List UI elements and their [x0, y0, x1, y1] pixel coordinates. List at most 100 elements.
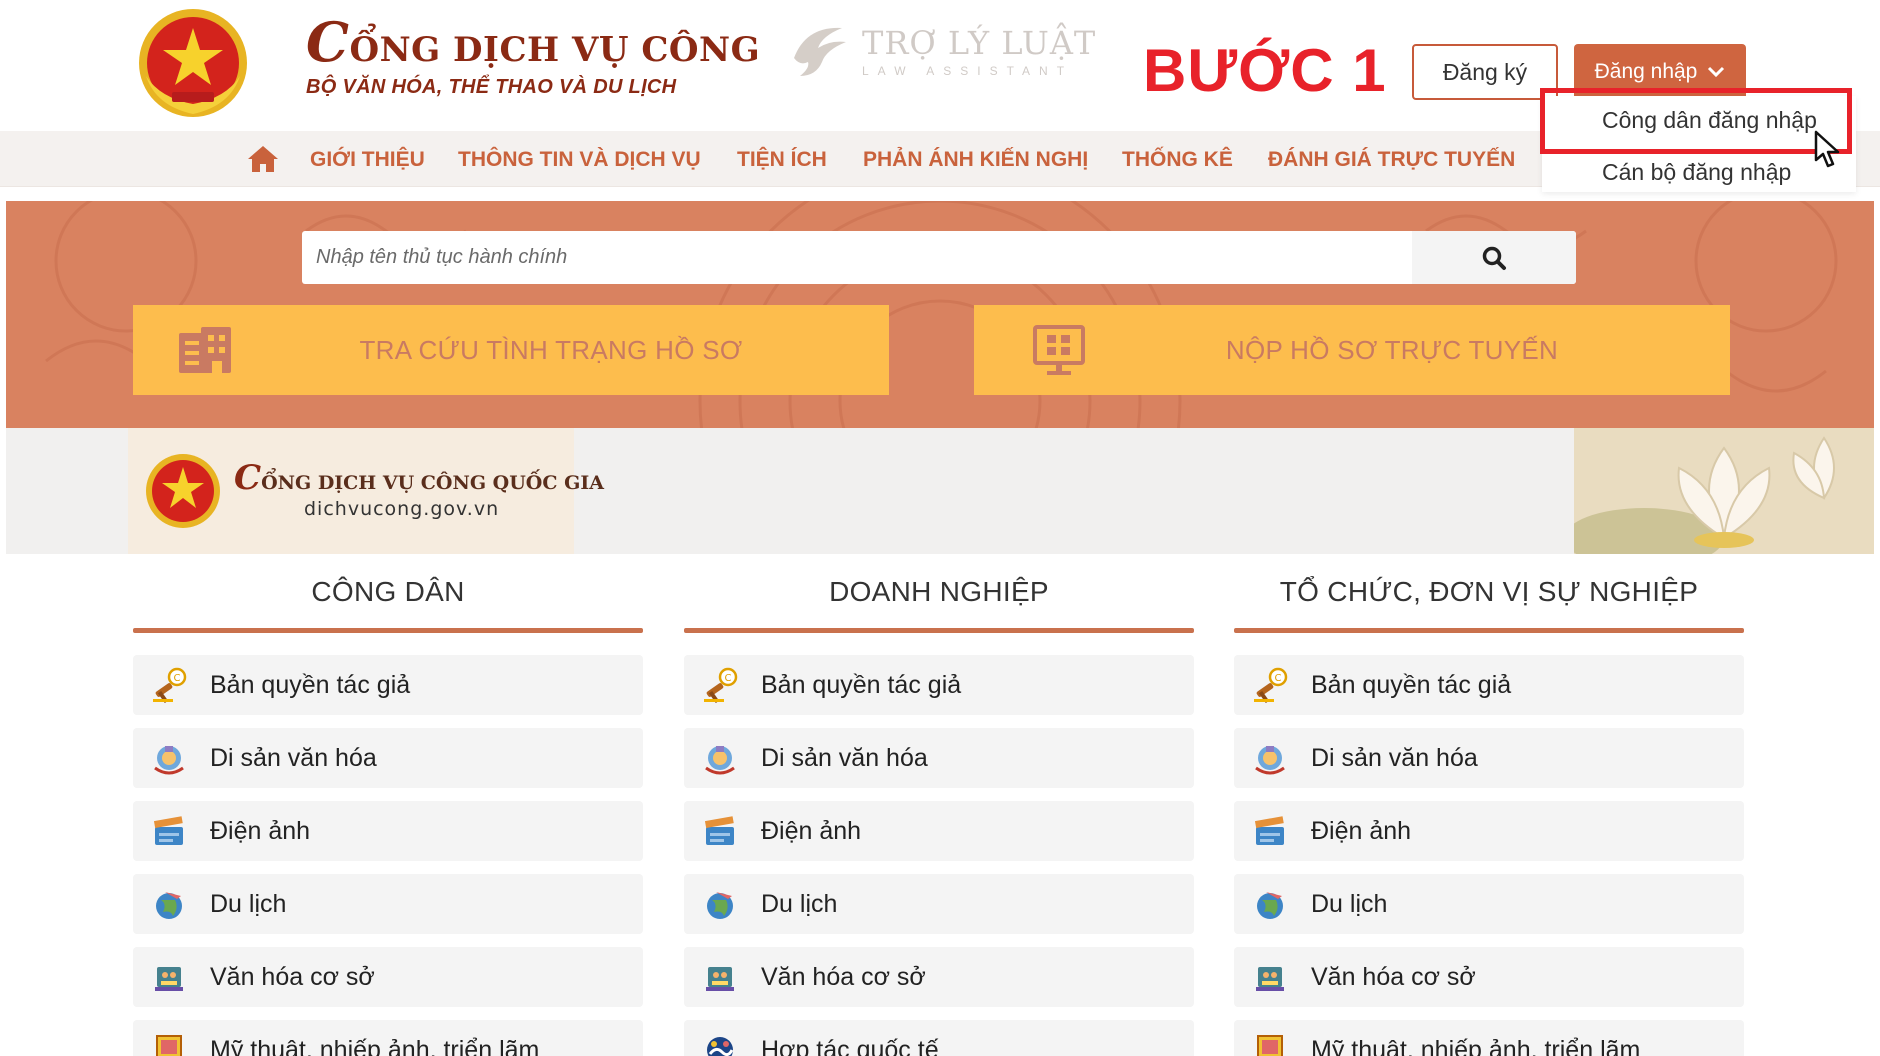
category-item[interactable]: Điện ảnh: [684, 801, 1194, 861]
national-emblem-logo[interactable]: [136, 6, 250, 120]
category-item-label: Điện ảnh: [761, 817, 862, 845]
heritage-icon: [1255, 746, 1285, 775]
category-item[interactable]: Di sản văn hóa: [684, 728, 1194, 788]
column-title: CÔNG DÂN: [311, 576, 465, 607]
category-list: C Bản quyền tác giả Di sản văn hóa Điện ảnh…: [133, 655, 643, 1056]
brand-title-block[interactable]: CỔNG DỊCH VỤ CÔNG BỘ VĂN HÓA, THỂ THAO V…: [306, 10, 760, 99]
watermark-title: TRỢ LÝ LUẬT: [862, 24, 1097, 62]
category-item[interactable]: Hợp tác quốc tế: [684, 1020, 1194, 1056]
globe-plane-icon: [156, 892, 182, 919]
search-icon: [1482, 246, 1506, 270]
column-divider: [684, 628, 1194, 633]
category-item[interactable]: Di sản văn hóa: [133, 728, 643, 788]
submit-online-label: NỘP HỒ SƠ TRỰC TUYẾN: [1225, 334, 1559, 365]
brand-subtitle: BỘ VĂN HÓA, THỂ THAO VÀ DU LỊCH: [306, 76, 677, 98]
category-item[interactable]: C Bản quyền tác giả: [1234, 655, 1744, 715]
nav-item-thong-ke[interactable]: THỐNG KÊ: [1122, 131, 1233, 187]
category-item-label: Hợp tác quốc tế: [761, 1036, 939, 1056]
lotus-decoration-image: [1574, 428, 1874, 554]
nav-item-phan-anh-kien-nghi[interactable]: PHẢN ÁNH KIẾN NGHỊ: [863, 131, 1088, 187]
category-item[interactable]: Điện ảnh: [133, 801, 643, 861]
category-item-label: Mỹ thuật, nhiếp ảnh, triển lãm: [1311, 1036, 1641, 1056]
community-culture-icon: [155, 967, 183, 991]
category-item-label: Di sản văn hóa: [1311, 744, 1478, 772]
watermark-logo: TRỢ LÝ LUẬT LAW ASSISTANT: [786, 18, 1096, 84]
category-item-label: Du lịch: [210, 890, 287, 918]
category-item-label: Bản quyền tác giả: [761, 671, 962, 699]
clapperboard-icon: [704, 816, 734, 845]
community-culture-icon: [1256, 967, 1284, 991]
search-bar: [302, 231, 1576, 284]
lookup-status-label: TRA CỨU TÌNH TRẠNG HỒ SƠ: [359, 334, 743, 365]
clapperboard-icon: [1254, 816, 1284, 845]
category-item-label: Di sản văn hóa: [210, 744, 377, 772]
portal-name: CỔNG DỊCH VỤ CÔNG QUỐC GIA: [234, 458, 604, 498]
heritage-icon: [705, 746, 735, 775]
category-item[interactable]: Du lịch: [684, 874, 1194, 934]
mouse-cursor-icon: [1814, 130, 1840, 168]
nav-item-tien-ich[interactable]: TIỆN ÍCH: [737, 131, 827, 187]
nav-item-gioi-thieu[interactable]: GIỚI THIỆU: [310, 131, 425, 187]
category-item[interactable]: Mỹ thuật, nhiếp ảnh, triển lãm: [133, 1020, 643, 1056]
nav-item-thong-tin-va-dich-vu[interactable]: THÔNG TIN VÀ DỊCH VỤ: [458, 131, 701, 187]
category-item-label: Du lịch: [1311, 890, 1388, 918]
register-button-label: Đăng ký: [1442, 58, 1528, 85]
submit-online-button[interactable]: NỘP HỒ SƠ TRỰC TUYẾN: [974, 305, 1730, 395]
heritage-icon: [154, 746, 184, 775]
category-item[interactable]: Du lịch: [1234, 874, 1744, 934]
category-item-label: Văn hóa cơ sở: [1311, 963, 1476, 991]
art-icon: [156, 1035, 182, 1056]
watermark-subtitle: LAW ASSISTANT: [862, 64, 1074, 78]
register-button[interactable]: Đăng ký: [1412, 44, 1558, 100]
category-item-label: Điện ảnh: [1311, 817, 1412, 845]
column-divider: [1234, 628, 1744, 633]
national-emblem-small-logo: [146, 454, 220, 528]
art-icon: [1257, 1035, 1283, 1056]
category-item[interactable]: Văn hóa cơ sở: [1234, 947, 1744, 1007]
search-input[interactable]: [302, 231, 1412, 284]
national-portal-link[interactable]: CỔNG DỊCH VỤ CÔNG QUỐC GIA dichvucong.go…: [128, 428, 604, 554]
category-item[interactable]: Văn hóa cơ sở: [133, 947, 643, 1007]
category-item-label: Điện ảnh: [210, 817, 311, 845]
column-divider: [133, 628, 643, 633]
citizen-column: CÔNG DÂN C Bản quyền tác giả Di sản văn hó…: [133, 556, 643, 1056]
svg-text:C: C: [174, 673, 181, 684]
nav-item-danh-gia-truc-tuyen[interactable]: ĐÁNH GIÁ TRỰC TUYẾN: [1268, 131, 1515, 187]
category-list: C Bản quyền tác giả Di sản văn hóa Điện ảnh…: [684, 655, 1194, 1056]
clapperboard-icon: [153, 816, 183, 845]
category-item[interactable]: Du lịch: [133, 874, 643, 934]
category-item-label: Di sản văn hóa: [761, 744, 928, 772]
community-culture-icon: [706, 967, 734, 991]
copyright-gavel-icon: C: [704, 667, 738, 703]
column-title: TỔ CHỨC, ĐƠN VỊ SỰ NGHIỆP: [1279, 576, 1699, 607]
officer-login-item[interactable]: Cán bộ đăng nhập: [1602, 159, 1791, 186]
eagle-watermark-icon: [794, 27, 846, 76]
brand-title: CỔNG DỊCH VỤ CÔNG: [306, 10, 761, 74]
step-highlight-box: [1540, 88, 1852, 154]
globe-plane-icon: [707, 892, 733, 919]
search-button[interactable]: [1412, 231, 1576, 284]
category-item[interactable]: Di sản văn hóa: [1234, 728, 1744, 788]
category-item-label: Bản quyền tác giả: [210, 671, 411, 699]
home-icon[interactable]: [246, 144, 280, 174]
svg-text:C: C: [1275, 673, 1282, 684]
international-cooperation-icon: [707, 1037, 734, 1056]
column-title: DOANH NGHIỆP: [829, 576, 1049, 607]
business-column: DOANH NGHIỆP C Bản quyền tác giả Di sản vă…: [684, 556, 1194, 1056]
copyright-gavel-icon: C: [153, 667, 187, 703]
category-item[interactable]: C Bản quyền tác giả: [684, 655, 1194, 715]
globe-plane-icon: [1257, 892, 1283, 919]
svg-text:C: C: [725, 673, 732, 684]
category-item[interactable]: Điện ảnh: [1234, 801, 1744, 861]
chevron-down-icon: [1708, 66, 1725, 78]
category-item-label: Du lịch: [761, 890, 838, 918]
category-item[interactable]: Văn hóa cơ sở: [684, 947, 1194, 1007]
category-item[interactable]: Mỹ thuật, nhiếp ảnh, triển lãm: [1234, 1020, 1744, 1056]
copyright-gavel-icon: C: [1254, 667, 1288, 703]
login-button-label: Đăng nhập: [1594, 60, 1698, 83]
organization-column: TỔ CHỨC, ĐƠN VỊ SỰ NGHIỆP C Bản quyền tác…: [1234, 556, 1744, 1056]
category-item-label: Mỹ thuật, nhiếp ảnh, triển lãm: [210, 1036, 540, 1056]
lookup-status-button[interactable]: TRA CỨU TÌNH TRẠNG HỒ SƠ: [133, 305, 889, 395]
category-item[interactable]: C Bản quyền tác giả: [133, 655, 643, 715]
portal-url: dichvucong.gov.vn: [304, 498, 500, 520]
